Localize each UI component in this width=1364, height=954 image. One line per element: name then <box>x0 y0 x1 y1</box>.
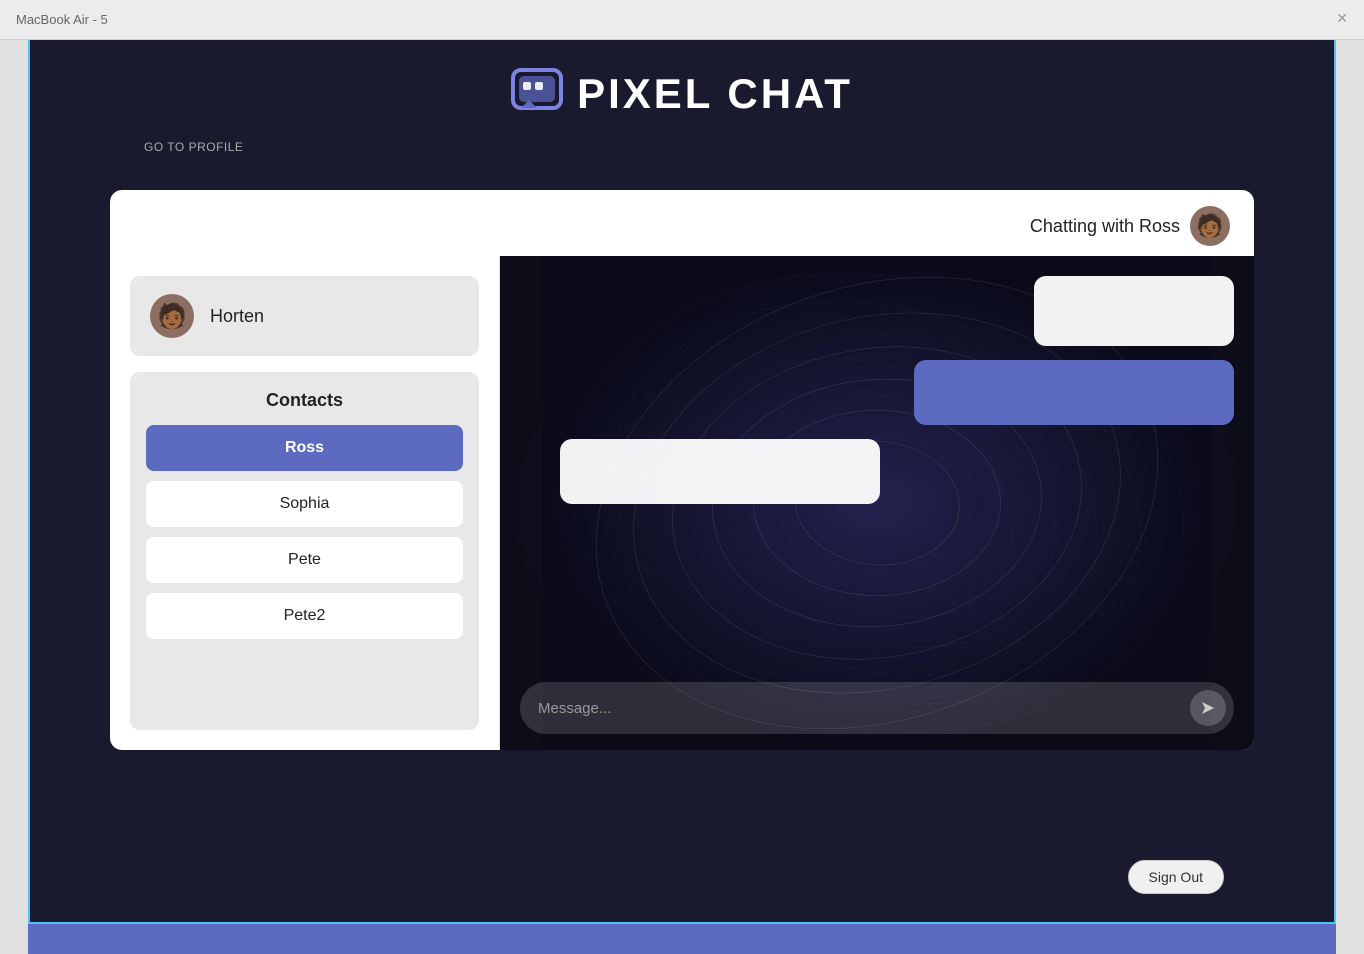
message-input[interactable] <box>538 700 1182 717</box>
card-header: Chatting with Ross 🧑🏾 <box>110 190 1254 256</box>
app-title: PIXEL CHAT <box>577 70 853 118</box>
chatting-with-label: Chatting with Ross <box>1030 216 1180 237</box>
chat-bubble-icon <box>511 68 563 120</box>
contact-list: Ross Sophia Pete Pete2 <box>146 425 463 639</box>
contacts-title: Contacts <box>146 390 463 411</box>
main-card: Chatting with Ross 🧑🏾 🧑🏾 Horten Contacts <box>110 190 1254 750</box>
message-row <box>520 276 1234 346</box>
left-panel: 🧑🏾 Horten Contacts Ross Sophia Pete Pete… <box>110 256 500 750</box>
right-panel <box>500 256 1254 750</box>
avatar: 🧑🏾 <box>150 294 194 338</box>
bottom-bar <box>28 924 1336 954</box>
contacts-panel: Contacts Ross Sophia Pete Pete2 <box>130 372 479 730</box>
user-name: Horten <box>210 306 264 327</box>
user-card: 🧑🏾 Horten <box>130 276 479 356</box>
card-body: 🧑🏾 Horten Contacts Ross Sophia Pete Pete… <box>110 256 1254 750</box>
app-window: PIXEL CHAT GO TO PROFILE Chatting with R… <box>28 40 1336 924</box>
contact-item-pete[interactable]: Pete <box>146 537 463 583</box>
message-bubble-3 <box>560 439 880 504</box>
title-bar: MacBook Air - 5 ✕ <box>0 0 1364 40</box>
contact-item-pete2[interactable]: Pete2 <box>146 593 463 639</box>
app-header: PIXEL CHAT <box>30 40 1334 140</box>
window-title: MacBook Air - 5 <box>16 12 108 27</box>
close-button[interactable]: ✕ <box>1336 10 1348 27</box>
message-row <box>520 439 1234 504</box>
go-to-profile-link[interactable]: GO TO PROFILE <box>144 140 243 154</box>
sign-out-button[interactable]: Sign Out <box>1128 860 1224 894</box>
chat-content <box>500 256 1254 750</box>
send-button[interactable] <box>1190 690 1226 726</box>
message-bubble-1 <box>1034 276 1234 346</box>
ross-avatar: 🧑🏾 <box>1190 206 1230 246</box>
contact-item-sophia[interactable]: Sophia <box>146 481 463 527</box>
send-icon <box>1200 700 1216 716</box>
message-bubble-2 <box>914 360 1234 425</box>
contact-item-ross[interactable]: Ross <box>146 425 463 471</box>
message-row <box>520 360 1234 425</box>
message-input-row <box>520 682 1234 734</box>
